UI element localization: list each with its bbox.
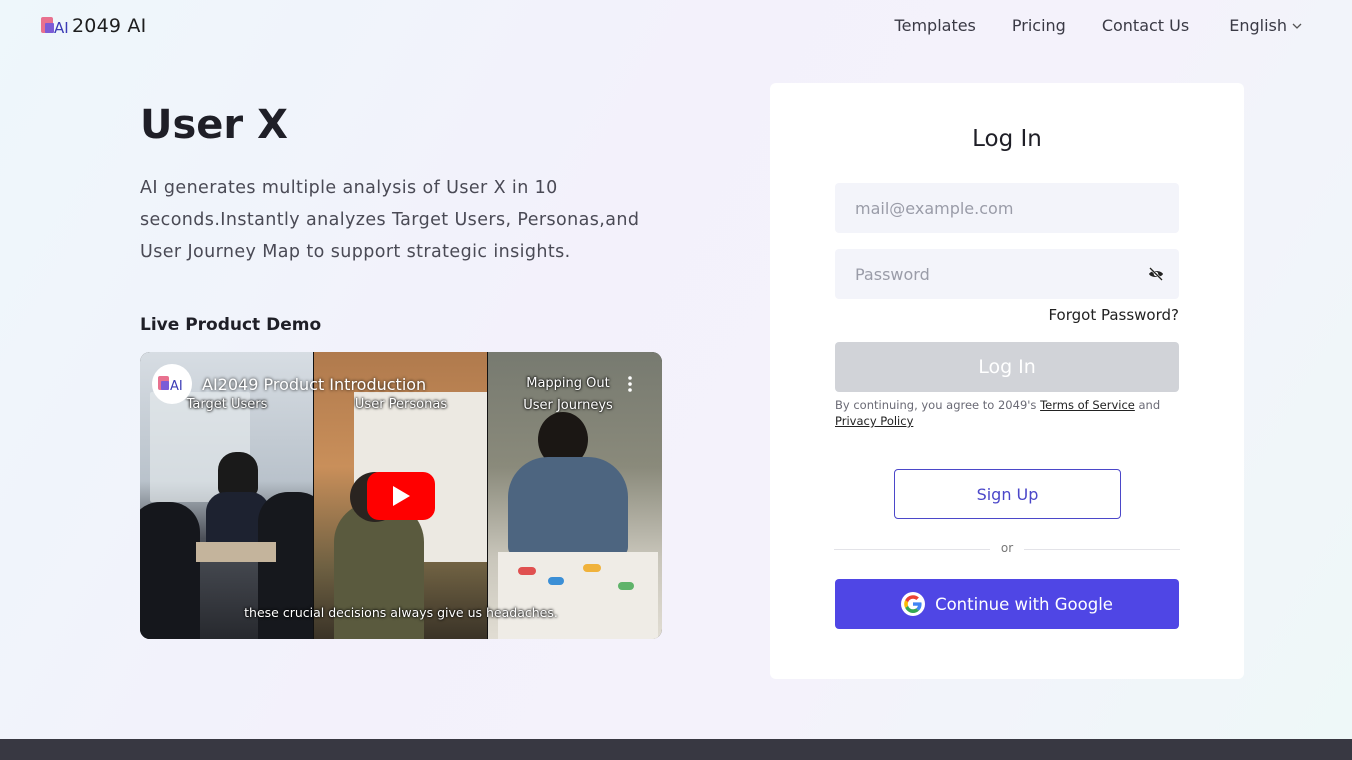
svg-text:AI: AI	[170, 379, 183, 394]
or-separator: or	[1000, 541, 1014, 555]
video-caption: Mapping Out User Journeys	[523, 376, 613, 413]
terms-of-service-link[interactable]: Terms of Service	[1040, 398, 1135, 412]
brand-logo[interactable]: AI 2049 AI	[40, 14, 146, 38]
login-card: Log In Forgot Password? Log In By contin…	[770, 83, 1244, 679]
video-title[interactable]: AI2049 Product Introduction	[202, 375, 426, 394]
forgot-password-link[interactable]: Forgot Password?	[1048, 306, 1179, 324]
terms-notice: By continuing, you agree to 2049's Terms…	[835, 398, 1161, 428]
main-nav: Templates Pricing Contact Us English	[859, 16, 1302, 35]
email-field[interactable]	[835, 183, 1179, 233]
demo-video-player[interactable]: Target Users User Personas Mapping Out U…	[140, 352, 662, 639]
sign-up-button[interactable]: Sign Up	[894, 469, 1121, 519]
google-button-label: Continue with Google	[935, 594, 1113, 614]
top-header: AI 2049 AI Templates Pricing Contact Us …	[0, 0, 1352, 54]
ai-logo-icon: AI	[40, 14, 70, 38]
play-icon	[393, 486, 410, 506]
page-title: User X	[140, 102, 288, 148]
ai-logo-icon: AI	[158, 376, 183, 394]
nav-pricing[interactable]: Pricing	[1012, 16, 1066, 35]
google-sign-in-button[interactable]: Continue with Google	[835, 579, 1179, 629]
channel-avatar[interactable]: AI	[152, 364, 192, 404]
login-button[interactable]: Log In	[835, 342, 1179, 392]
demo-heading: Live Product Demo	[140, 315, 322, 335]
more-vertical-icon[interactable]	[628, 376, 632, 396]
login-title: Log In	[972, 126, 1042, 152]
language-label: English	[1229, 16, 1287, 35]
brand-name: 2049 AI	[72, 15, 147, 37]
video-subtitle: these crucial decisions always give us h…	[244, 605, 558, 620]
password-field[interactable]	[835, 249, 1179, 299]
nav-templates[interactable]: Templates	[895, 16, 976, 35]
svg-text:AI: AI	[54, 19, 69, 37]
page-description: AI generates multiple analysis of User X…	[140, 178, 640, 262]
eye-off-icon[interactable]	[1148, 266, 1164, 286]
play-button[interactable]	[367, 472, 435, 520]
chevron-down-icon	[1292, 23, 1302, 29]
language-selector[interactable]: English	[1229, 16, 1302, 35]
video-caption: User Personas	[354, 397, 448, 412]
nav-contact-us[interactable]: Contact Us	[1102, 16, 1189, 35]
privacy-policy-link[interactable]: Privacy Policy	[835, 414, 913, 428]
google-icon	[901, 592, 926, 616]
footer	[0, 739, 1352, 760]
